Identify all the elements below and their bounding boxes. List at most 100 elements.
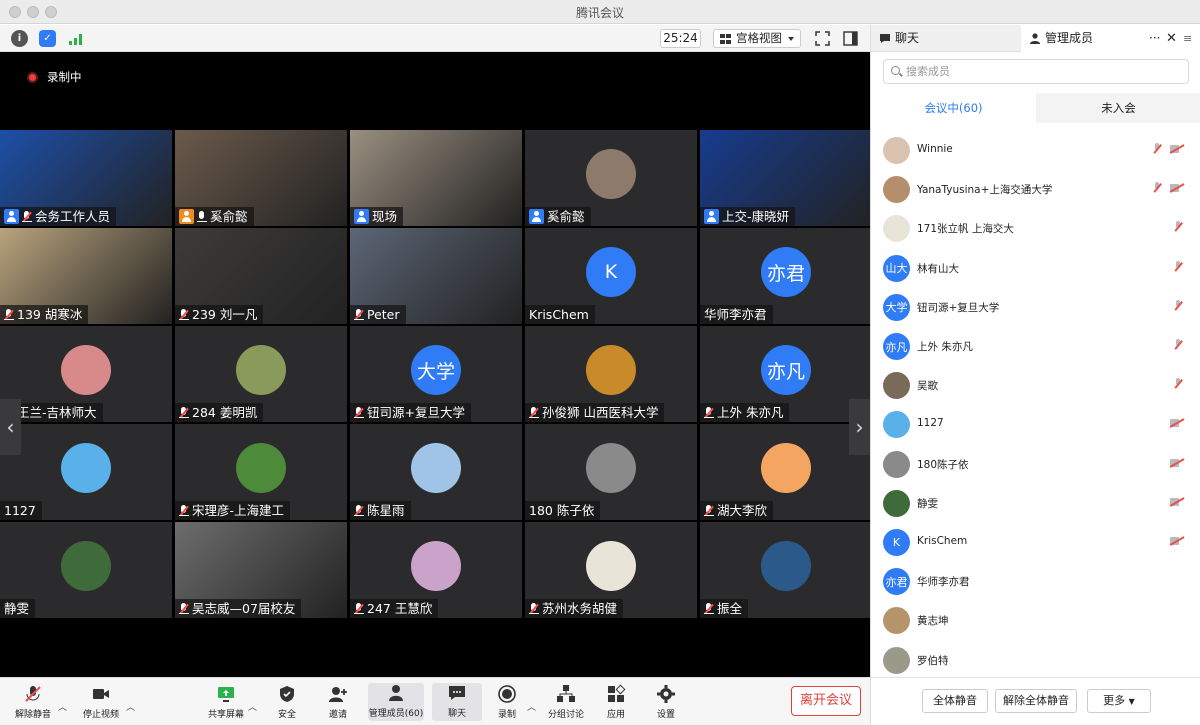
participant-tile[interactable]: 284 姜明凯 xyxy=(175,326,347,422)
member-row[interactable]: 吴歌 xyxy=(871,366,1200,405)
participant-tile[interactable]: 139 胡寒冰 xyxy=(0,228,172,324)
member-row[interactable]: 静雯 xyxy=(871,484,1200,523)
control-share-screen[interactable]: 共享屏幕 xyxy=(201,684,251,720)
participant-tile[interactable]: 振全 xyxy=(700,522,872,618)
mic-muted-icon[interactable] xyxy=(1153,143,1161,155)
participant-tile[interactable]: 宋理彦-上海建工 xyxy=(175,424,347,520)
network-signal-icon[interactable] xyxy=(67,30,84,47)
member-row[interactable]: 山大 林有山大 xyxy=(871,249,1200,288)
mic-muted-icon[interactable] xyxy=(1174,221,1182,233)
user-icon xyxy=(529,209,544,224)
meeting-controls-bar: 解除静音 停止视频 共享屏幕 安全 邀请 管理成员(60) 聊天 录制 分组讨论 应用 设置 ︿ ︿… xyxy=(0,677,870,725)
member-name: 林有山大 xyxy=(917,262,959,275)
member-row[interactable]: 大学 钮司源+复旦大学 xyxy=(871,288,1200,327)
member-row[interactable]: 1127 xyxy=(871,405,1200,444)
control-record[interactable]: 录制 xyxy=(482,684,532,720)
video-grid-stage: 录制中 会务工作人员 奚俞懿 现场 奚俞懿 上交-康晓妍 139 胡寒冰 239 刘一凡 Pe… xyxy=(0,52,872,677)
participant-avatar xyxy=(61,443,111,494)
mic-muted-icon xyxy=(529,602,539,615)
participant-tile[interactable]: 孙俊狮 山西医科大学 xyxy=(525,326,697,422)
control-mic-muted[interactable]: 解除静音 xyxy=(8,684,58,720)
participant-tile[interactable]: 亦凡 上外 朱亦凡 xyxy=(700,326,872,422)
control-video-camera[interactable]: 停止视频 xyxy=(76,684,126,720)
participant-tile[interactable]: 大学 钮司源+复旦大学 xyxy=(350,326,522,422)
video-options-chevron[interactable]: ︿ xyxy=(126,700,135,713)
tab-chat[interactable]: 聊天 xyxy=(871,25,1021,52)
participant-tile[interactable]: 上交-康晓妍 xyxy=(700,130,872,226)
participant-tile[interactable]: 王兰-吉林师大 xyxy=(0,326,172,422)
unmute-all-button[interactable]: 解除全体静音 xyxy=(995,689,1077,713)
participant-tile[interactable]: 亦君 华师李亦君 xyxy=(700,228,872,324)
tab-members[interactable]: 管理成员 ··· ✕ xyxy=(1021,25,1200,52)
member-row[interactable]: 171张立帆 上海交大 xyxy=(871,209,1200,248)
tab-in-meeting[interactable]: 会议中(60) xyxy=(871,93,1036,123)
sidebar-toggle-icon[interactable] xyxy=(843,31,858,46)
fullscreen-icon[interactable] xyxy=(815,31,830,46)
participant-tile[interactable]: K KrisChem xyxy=(525,228,697,324)
control-chat[interactable]: 聊天 xyxy=(432,683,482,721)
participant-tile[interactable]: 会务工作人员 xyxy=(0,130,172,226)
control-invite[interactable]: 邀请 xyxy=(313,684,363,720)
mic-muted-icon xyxy=(179,406,189,419)
view-mode-dropdown[interactable]: 宫格视图 xyxy=(713,29,801,48)
more-options-icon[interactable]: ··· xyxy=(1149,25,1160,52)
member-row[interactable]: YanaTyusina+上海交通大学 xyxy=(871,170,1200,209)
search-members-input[interactable]: 搜索成员 xyxy=(883,59,1189,84)
prev-page-button[interactable]: ‹ xyxy=(0,399,21,455)
info-icon[interactable]: i xyxy=(11,30,28,47)
control-shield[interactable]: 安全 xyxy=(262,684,312,720)
mute-all-button[interactable]: 全体静音 xyxy=(922,689,988,713)
participant-tile[interactable]: 247 王慧欣 xyxy=(350,522,522,618)
participant-label: 华师李亦君 xyxy=(700,305,773,324)
participant-tile[interactable]: 吴志威—07届校友 xyxy=(175,522,347,618)
member-row[interactable]: 罗伯特 xyxy=(871,641,1200,680)
member-row[interactable]: K KrisChem xyxy=(871,523,1200,562)
camera-off-icon[interactable] xyxy=(1170,458,1184,467)
participant-tile[interactable]: 静雯 xyxy=(0,522,172,618)
control-apps[interactable]: 应用 xyxy=(591,684,641,720)
camera-off-icon[interactable] xyxy=(1170,144,1184,153)
mic-muted-icon[interactable] xyxy=(1174,299,1182,312)
next-page-button[interactable]: › xyxy=(849,399,870,455)
chat-icon xyxy=(447,683,467,703)
mic-muted-icon[interactable] xyxy=(1174,260,1182,273)
participant-tile[interactable]: 苏州水务胡健 xyxy=(525,522,697,618)
share-options-chevron[interactable]: ︿ xyxy=(248,700,257,713)
panel-menu-icon[interactable]: ≡ xyxy=(1183,25,1192,52)
record-options-chevron[interactable]: ︿ xyxy=(527,700,536,713)
mic-muted-icon xyxy=(704,406,714,419)
mic-muted-icon[interactable] xyxy=(1174,378,1182,390)
participant-name: Peter xyxy=(367,307,400,322)
participant-tile[interactable]: 239 刘一凡 xyxy=(175,228,347,324)
close-icon[interactable]: ✕ xyxy=(1166,25,1177,52)
member-avatar: 亦凡 xyxy=(883,333,910,360)
control-breakout[interactable]: 分组讨论 xyxy=(541,684,591,720)
leave-meeting-button[interactable]: 离开会议 xyxy=(791,686,861,716)
tab-not-joined[interactable]: 未入会 xyxy=(1036,93,1200,123)
member-row[interactable]: 亦君 华师李亦君 xyxy=(871,562,1200,601)
mic-muted-icon[interactable] xyxy=(1153,182,1161,194)
member-row[interactable]: 黄志坤 xyxy=(871,601,1200,640)
mic-muted-icon[interactable] xyxy=(1174,339,1182,351)
camera-off-icon[interactable] xyxy=(1170,183,1184,193)
participant-tile[interactable]: 1127 xyxy=(0,424,172,520)
control-gear[interactable]: 设置 xyxy=(641,684,691,720)
participant-tile[interactable]: Peter xyxy=(350,228,522,324)
member-row[interactable]: Winnie xyxy=(871,131,1200,170)
shield-icon[interactable]: ✓ xyxy=(39,30,56,47)
more-button[interactable]: 更多 ▼ xyxy=(1087,689,1151,713)
participant-tile[interactable]: 湖大李欣 xyxy=(700,424,872,520)
audio-options-chevron[interactable]: ︿ xyxy=(58,700,67,713)
member-row[interactable]: 180陈子依 xyxy=(871,445,1200,484)
participant-tile[interactable]: 陈星雨 xyxy=(350,424,522,520)
camera-off-icon[interactable] xyxy=(1170,418,1184,428)
member-row[interactable]: 亦凡 上外 朱亦凡 xyxy=(871,327,1200,366)
control-members[interactable]: 管理成员(60) xyxy=(368,683,424,721)
camera-off-icon[interactable] xyxy=(1170,497,1184,506)
participant-tile[interactable]: 奚俞懿 xyxy=(175,130,347,226)
camera-off-icon[interactable] xyxy=(1170,536,1184,545)
participant-tile[interactable]: 180 陈子依 xyxy=(525,424,697,520)
participant-tile[interactable]: 现场 xyxy=(350,130,522,226)
control-label: 分组讨论 xyxy=(547,710,584,720)
participant-tile[interactable]: 奚俞懿 xyxy=(525,130,697,226)
